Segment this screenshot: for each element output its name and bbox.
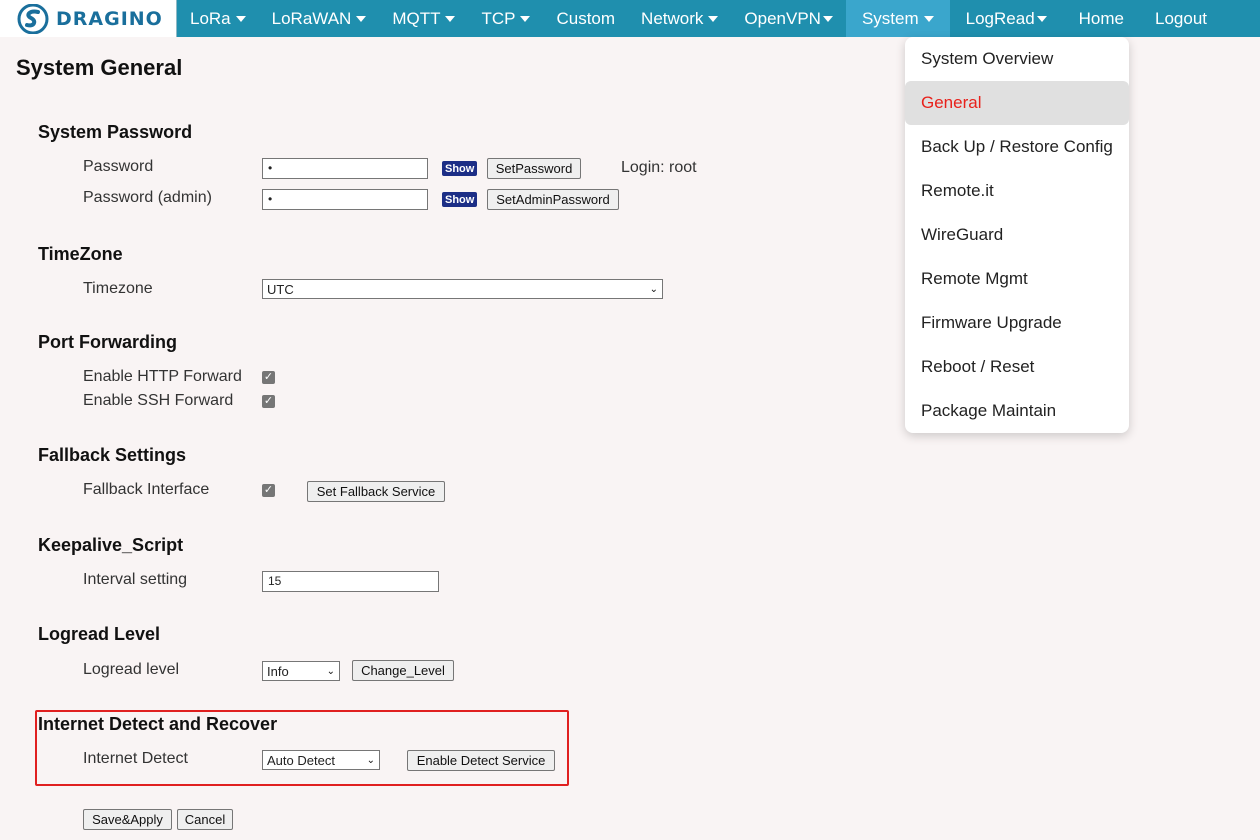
set-admin-password-button[interactable]: SetAdminPassword: [487, 189, 619, 210]
caret-down-icon: [923, 15, 934, 22]
nav-logread[interactable]: LogRead: [950, 0, 1063, 37]
caret-down-icon: [822, 15, 833, 22]
cancel-button[interactable]: Cancel: [177, 809, 233, 830]
chevron-down-icon: ⌄: [326, 665, 335, 677]
internet-detect-value: Auto Detect: [267, 752, 335, 768]
enable-detect-service-button[interactable]: Enable Detect Service: [407, 750, 555, 771]
nav-logout-label: Logout: [1155, 8, 1208, 28]
password-label: Password: [83, 158, 154, 175]
system-dropdown-menu: System Overview General Back Up / Restor…: [905, 37, 1129, 433]
menu-item-wireguard[interactable]: WireGuard: [905, 213, 1129, 257]
fallback-interface-label: Fallback Interface: [83, 481, 210, 498]
http-forward-checkbox[interactable]: ✓: [262, 371, 275, 384]
caret-down-icon: [520, 15, 531, 22]
nav-home-label: Home: [1078, 8, 1125, 28]
nav-logread-label: LogRead: [965, 8, 1035, 28]
top-navbar: DRAGINO LoRa LoRaWAN MQTT TCP Custom Net…: [0, 0, 1260, 37]
logo-text: DRAGINO: [56, 7, 163, 30]
show-password-button[interactable]: Show: [442, 161, 478, 176]
save-apply-button[interactable]: Save&Apply: [83, 809, 172, 830]
nav-openvpn-label: OpenVPN: [744, 8, 821, 28]
admin-password-label: Password (admin): [83, 189, 212, 206]
menu-item-general[interactable]: General: [905, 81, 1129, 125]
interval-setting-input[interactable]: 15: [262, 571, 439, 592]
section-title-timezone: TimeZone: [38, 244, 123, 264]
nav-custom[interactable]: Custom: [543, 0, 628, 37]
internet-detect-select[interactable]: Auto Detect ⌄: [262, 750, 380, 770]
interval-setting-label: Interval setting: [83, 571, 188, 588]
nav-custom-label: Custom: [556, 8, 616, 28]
nav-system-label: System: [861, 8, 919, 28]
section-title-port-forwarding: Port Forwarding: [38, 332, 177, 352]
timezone-select[interactable]: UTC ⌄: [262, 279, 663, 299]
nav-logout[interactable]: Logout: [1140, 0, 1222, 37]
caret-down-icon: [356, 15, 367, 22]
chevron-down-icon: ⌄: [366, 754, 375, 766]
show-admin-password-button[interactable]: Show: [442, 192, 478, 207]
nav-lora[interactable]: LoRa: [177, 0, 259, 37]
page-title: System General: [16, 55, 183, 80]
menu-item-backup-restore[interactable]: Back Up / Restore Config: [905, 125, 1129, 169]
dragino-logo[interactable]: DRAGINO: [0, 0, 177, 37]
logread-level-label: Logread level: [83, 661, 180, 678]
change-level-button[interactable]: Change_Level: [352, 660, 454, 681]
logread-level-select[interactable]: Info ⌄: [262, 661, 340, 681]
nav-mqtt-label: MQTT: [392, 8, 441, 28]
fallback-interface-checkbox[interactable]: ✓: [262, 484, 275, 497]
menu-item-remote-it[interactable]: Remote.it: [905, 169, 1129, 213]
section-title-internet-detect: Internet Detect and Recover: [38, 714, 278, 734]
ssh-forward-label: Enable SSH Forward: [83, 392, 234, 409]
nav-tcp-label: TCP: [481, 8, 516, 28]
nav-lorawan-label: LoRaWAN: [271, 8, 352, 28]
caret-down-icon: [1036, 15, 1047, 22]
section-title-keepalive: Keepalive_Script: [38, 535, 184, 555]
menu-item-package-maintain[interactable]: Package Maintain: [905, 389, 1129, 433]
caret-down-icon: [235, 15, 246, 22]
nav-lorawan[interactable]: LoRaWAN: [259, 0, 380, 37]
ssh-forward-checkbox[interactable]: ✓: [262, 395, 275, 408]
nav-tcp[interactable]: TCP: [468, 0, 543, 37]
timezone-label: Timezone: [83, 280, 153, 297]
password-input[interactable]: •: [262, 158, 428, 179]
dragino-logo-icon: [17, 3, 49, 34]
nav-network[interactable]: Network: [628, 0, 731, 37]
internet-detect-label: Internet Detect: [83, 750, 188, 767]
http-forward-label: Enable HTTP Forward: [83, 368, 242, 385]
nav-network-label: Network: [641, 8, 704, 28]
nav-openvpn[interactable]: OpenVPN: [731, 0, 846, 37]
caret-down-icon: [445, 15, 456, 22]
chevron-down-icon: ⌄: [649, 283, 658, 295]
caret-down-icon: [708, 15, 719, 22]
set-fallback-service-button[interactable]: Set Fallback Service: [307, 481, 445, 502]
menu-item-remote-mgmt[interactable]: Remote Mgmt: [905, 257, 1129, 301]
logread-level-value: Info: [267, 663, 289, 679]
login-info: Login: root: [621, 159, 697, 176]
section-title-logread: Logread Level: [38, 624, 161, 644]
timezone-value: UTC: [267, 281, 294, 297]
section-title-system-password: System Password: [38, 122, 193, 142]
admin-password-input[interactable]: •: [262, 189, 428, 210]
menu-item-reboot-reset[interactable]: Reboot / Reset: [905, 345, 1129, 389]
nav-system[interactable]: System: [845, 0, 950, 37]
menu-item-firmware-upgrade[interactable]: Firmware Upgrade: [905, 301, 1129, 345]
nav-lora-label: LoRa: [190, 8, 231, 28]
nav-home[interactable]: Home: [1063, 0, 1140, 37]
section-title-fallback: Fallback Settings: [38, 445, 187, 465]
nav-mqtt[interactable]: MQTT: [379, 0, 468, 37]
set-password-button[interactable]: SetPassword: [487, 158, 581, 179]
menu-item-system-overview[interactable]: System Overview: [905, 37, 1129, 81]
